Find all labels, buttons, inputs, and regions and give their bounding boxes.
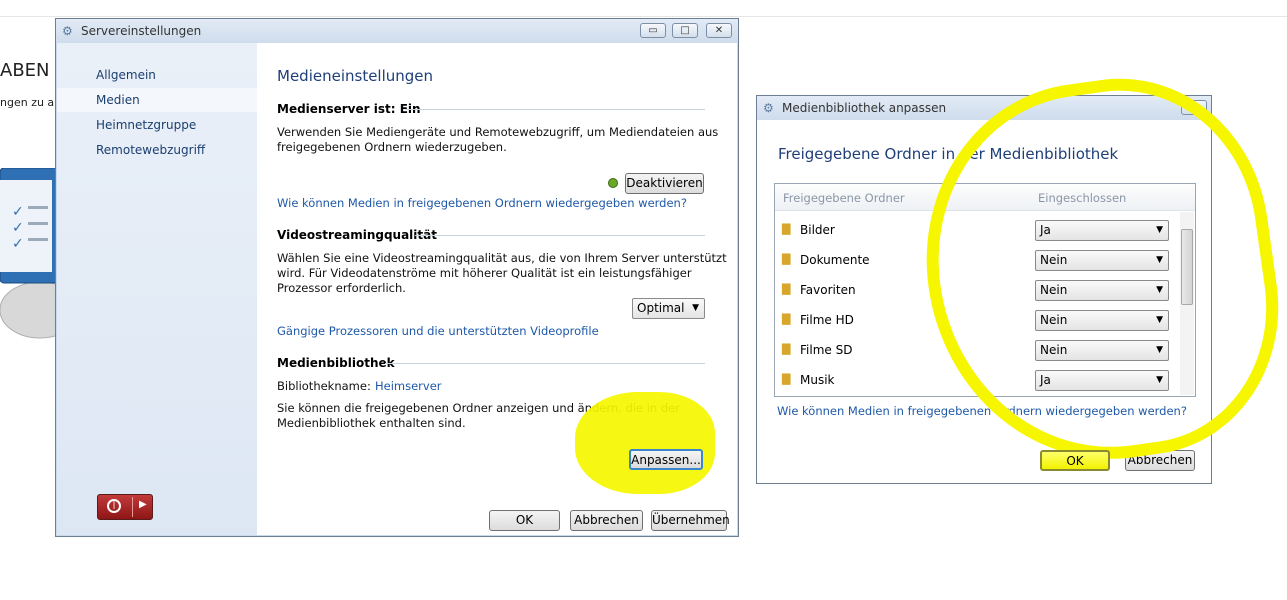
nav-item-medien[interactable]: Medien	[96, 93, 140, 107]
settings-nav: Allgemein Medien Heimnetzgruppe Remotewe…	[57, 43, 257, 535]
folder-icon: ▇	[782, 252, 791, 265]
nav-item-remotewebzugriff[interactable]: Remotewebzugriff	[96, 143, 205, 157]
svg-text:✓: ✓	[12, 236, 24, 252]
arrow-right-icon: ▶	[139, 499, 147, 510]
quality-dropdown[interactable]: Optimal ▼	[632, 298, 705, 319]
status-ok-icon	[608, 178, 618, 188]
monitor-illustration-icon: ✓ ✓ ✓	[0, 168, 60, 339]
folder-name: Favoriten	[800, 283, 856, 297]
folder-name: Dokumente	[800, 253, 870, 267]
svg-text:✓: ✓	[12, 220, 24, 236]
library-text-2: Medienbibliothek enthalten sind.	[277, 416, 466, 430]
streaming-text-3: Prozessor erforderlich.	[277, 281, 406, 295]
folder-icon: ▇	[782, 282, 791, 295]
library-name-value: Heimserver	[375, 379, 442, 393]
window-title: Servereinstellungen	[81, 24, 202, 38]
media-server-heading: Medienserver ist: Ein	[277, 102, 421, 116]
media-server-text-2: freigegebenen Ordnern wiederzugeben.	[277, 140, 507, 154]
streaming-heading: Videostreamingqualität	[277, 228, 437, 242]
streaming-text-2: wird. Für Videodatenströme mit höherer Q…	[277, 266, 692, 280]
nav-item-heimnetzgruppe[interactable]: Heimnetzgruppe	[96, 118, 196, 132]
streaming-text-1: Wählen Sie eine Videostreamingqualität a…	[277, 251, 727, 265]
divider	[415, 235, 705, 236]
minimize-button[interactable]: ▭	[640, 23, 666, 38]
chevron-down-icon: ▼	[692, 303, 699, 313]
media-server-text-1: Verwenden Sie Mediengeräte und Remoteweb…	[277, 125, 719, 139]
settings-gear-icon: ⚙	[62, 24, 73, 38]
title-bar[interactable]: ⚙ Servereinstellungen ▭ □ ✕	[56, 19, 738, 43]
customize-button[interactable]: Anpassen...	[629, 449, 703, 470]
processors-link[interactable]: Gängige Prozessoren und die unterstützte…	[277, 324, 599, 338]
divider	[385, 363, 705, 364]
ok-button[interactable]: OK	[489, 510, 560, 531]
folder-name: Filme HD	[800, 313, 854, 327]
folder-icon: ▇	[782, 312, 791, 325]
folder-name: Filme SD	[800, 343, 853, 357]
nav-selection-highlight	[57, 88, 257, 112]
yellow-highlight-mark	[575, 392, 715, 494]
column-header-folder: Freigegebene Ordner	[783, 191, 905, 205]
page-title: Medieneinstellungen	[277, 67, 434, 85]
apply-button[interactable]: Übernehmen	[651, 510, 730, 531]
maximize-button[interactable]: □	[672, 23, 698, 38]
deactivate-button[interactable]: Deaktivieren	[625, 173, 704, 194]
quality-dropdown-value: Optimal	[637, 301, 685, 315]
nav-item-allgemein[interactable]: Allgemein	[96, 68, 156, 82]
library-settings-icon: ⚙	[763, 101, 774, 115]
library-name-label: Bibliothekname:	[277, 379, 371, 393]
folder-name: Bilder	[800, 223, 835, 237]
divider	[405, 109, 705, 110]
svg-text:✓: ✓	[12, 204, 24, 220]
media-playback-help-link[interactable]: Wie können Medien in freigegebenen Ordne…	[277, 196, 687, 210]
folder-icon: ▇	[782, 222, 791, 235]
window-title: Medienbibliothek anpassen	[782, 101, 947, 115]
folder-icon: ▇	[782, 342, 791, 355]
shutdown-button[interactable]: | ▶	[97, 494, 153, 520]
cancel-button[interactable]: Abbrechen	[570, 510, 643, 531]
background-text: ngen zu all	[0, 96, 61, 109]
close-button[interactable]: ✕	[706, 23, 732, 38]
folder-name: Musik	[800, 373, 835, 387]
power-icon: |	[107, 499, 121, 513]
top-divider	[0, 16, 1287, 17]
ok-button[interactable]: OK	[1040, 450, 1110, 471]
library-heading: Medienbibliothek	[277, 356, 395, 370]
folder-icon: ▇	[782, 372, 791, 385]
